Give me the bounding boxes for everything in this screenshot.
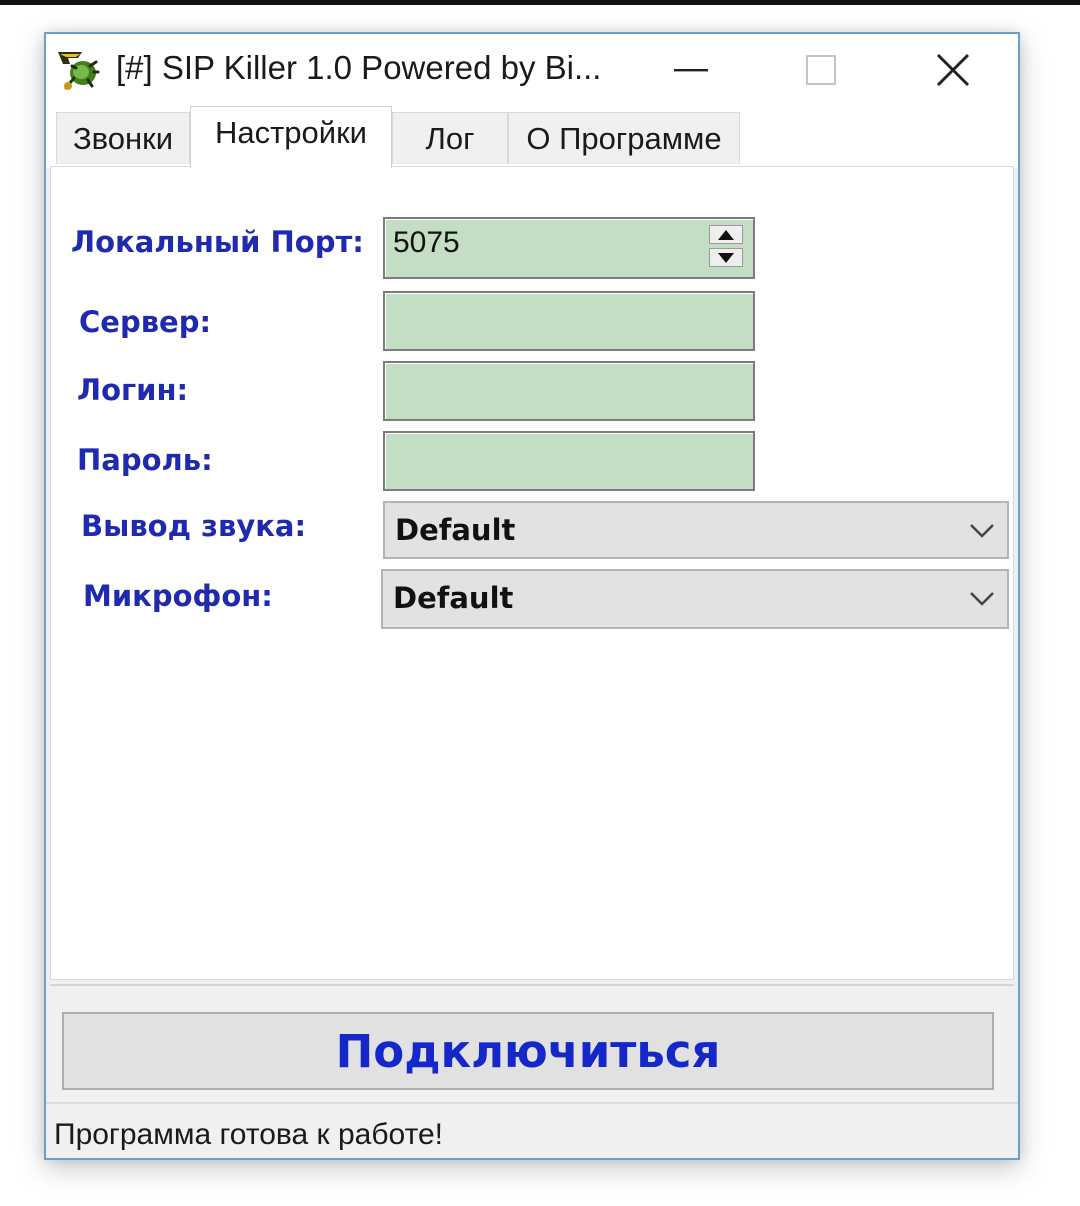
local-port-stepper[interactable]: 5075 [383,217,755,279]
app-window: [#] SIP Killer 1.0 Powered by Bi... Звон… [44,32,1020,1160]
tab-strip: Звонки Настройки Лог О Программе [46,106,1018,168]
tab-calls-label: Звонки [72,120,174,156]
window-title: [#] SIP Killer 1.0 Powered by Bi... [116,49,602,86]
audio-output-value: Default [395,513,516,547]
tab-log-label: Лог [425,120,475,156]
local-port-value: 5075 [393,226,460,259]
tab-settings-label: Настройки [214,114,367,150]
port-spinner [709,225,743,267]
status-text: Программа готова к работе! [54,1118,443,1151]
password-label: Пароль: [77,443,213,477]
audio-output-label: Вывод звука: [81,509,307,543]
divider [50,984,1014,986]
chevron-down-icon [970,524,994,538]
arrow-up-icon [718,229,734,240]
login-label: Логин: [77,373,189,407]
settings-panel: Локальный Порт: 5075 Сервер: Логин: Паро… [50,166,1014,980]
microphone-select[interactable]: Default [381,569,1009,629]
screen-top-edge [0,0,1080,5]
close-icon [936,53,970,87]
arrow-down-icon [718,252,734,263]
chevron-down-icon [970,592,994,606]
minimize-button[interactable] [626,34,756,106]
microphone-label: Микрофон: [83,579,273,613]
login-field[interactable] [383,361,755,421]
password-field[interactable] [383,431,755,491]
local-port-label: Локальный Порт: [71,225,364,259]
maximize-icon [806,55,836,85]
spin-up-button[interactable] [709,225,743,244]
spin-down-button[interactable] [709,248,743,267]
maximize-button[interactable] [756,34,886,106]
status-bar: Программа готова к работе! [46,1102,1018,1158]
tab-about[interactable]: О Программе [508,112,740,164]
tab-settings[interactable]: Настройки [190,106,392,168]
server-label: Сервер: [79,305,212,339]
server-field[interactable] [383,291,755,351]
minimize-icon [674,69,708,72]
connect-button[interactable]: Подключиться [62,1012,994,1090]
microphone-value: Default [393,581,514,615]
bug-app-icon [58,52,100,90]
audio-output-select[interactable]: Default [383,501,1009,559]
tab-calls[interactable]: Звонки [56,112,190,164]
tab-log[interactable]: Лог [392,112,508,164]
tab-about-label: О Программе [526,120,722,156]
connect-button-label: Подключиться [335,1024,721,1078]
title-bar[interactable]: [#] SIP Killer 1.0 Powered by Bi... [46,34,1018,106]
close-button[interactable] [888,34,1018,106]
